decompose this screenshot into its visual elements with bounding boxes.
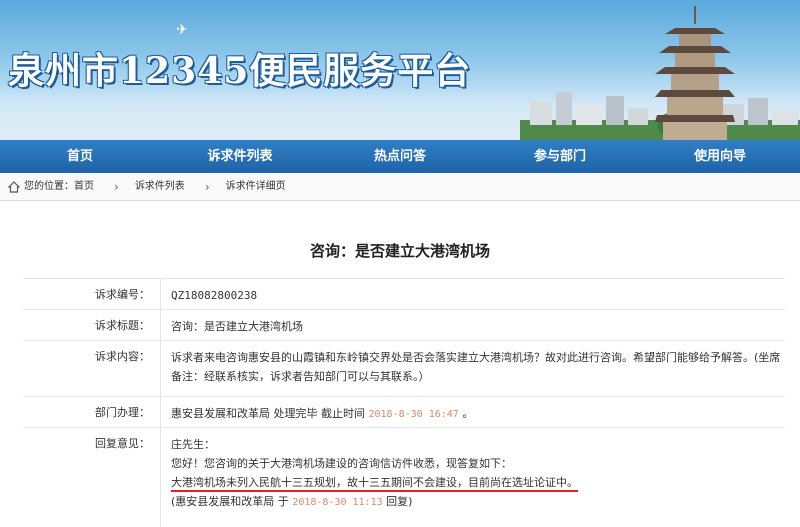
- row-department: 部门办理： 惠安县发展和改革局 处理完毕 截止时间 2018-8-30 16:4…: [23, 397, 785, 428]
- department-status: 惠安县发展和改革局 处理完毕 截止时间: [171, 407, 365, 420]
- row-request-subject: 诉求标题： 咨询：是否建立大港湾机场: [23, 310, 785, 341]
- reply-value: 庄先生： 您好！您咨询的关于大港湾机场建设的咨询信访件收悉，现答复如下： 大港湾…: [161, 428, 785, 527]
- department-end: 。: [462, 407, 474, 420]
- home-icon: [8, 181, 20, 193]
- reply-line-2: 大港湾机场未列入民航十三五规划，故十三五期间不会建设，目前尚在选址论证中。: [171, 476, 578, 492]
- reply-time: 2018-8-30 11:13: [292, 497, 383, 508]
- row-request-content: 诉求内容： 诉求者来电咨询惠安县的山霞镇和东岭镇交界处是否会落实建立大港湾机场？…: [23, 341, 785, 397]
- main-nav: 首页 诉求件列表 热点问答 参与部门 使用向导: [0, 140, 800, 173]
- request-detail-table: 诉求编号： QZ18082800238 诉求标题： 咨询：是否建立大港湾机场 诉…: [23, 278, 785, 527]
- deadline-time: 2018-8-30 16:47: [368, 409, 459, 420]
- page-title: 咨询：是否建立大港湾机场: [309, 242, 490, 260]
- reply-line-1: 您好！您咨询的关于大港湾机场建设的咨询信访件收悉，现答复如下：: [171, 457, 512, 470]
- reply-signature: (惠安县发展和改革局 于 2018-8-30 11:13 回复): [171, 492, 785, 512]
- nav-item-request-list[interactable]: 诉求件列表: [160, 140, 320, 173]
- nav-item-hot-qa[interactable]: 热点问答: [320, 140, 480, 173]
- reply-label: 回复意见：: [23, 428, 161, 527]
- breadcrumb: 您的位置： 首页 › 诉求件列表 › 诉求件详细页: [0, 174, 800, 201]
- request-number-label: 诉求编号：: [23, 279, 161, 309]
- reply-signature-post: 回复): [386, 495, 413, 508]
- reply-signature-pre: (惠安县发展和改革局 于: [171, 495, 289, 508]
- breadcrumb-request-list[interactable]: 诉求件列表: [135, 174, 185, 200]
- request-number-value: QZ18082800238: [171, 289, 258, 302]
- reply-greeting: 庄先生：: [171, 438, 215, 451]
- site-title: 泉州市12345便民服务平台: [8, 50, 472, 92]
- row-reply: 回复意见： 庄先生： 您好！您咨询的关于大港湾机场建设的咨询信访件收悉，现答复如…: [23, 428, 785, 527]
- bird-icon: ✈: [176, 22, 188, 38]
- nav-item-guide[interactable]: 使用向导: [640, 140, 800, 173]
- request-subject-value: 咨询：是否建立大港湾机场: [171, 320, 303, 333]
- department-value: 惠安县发展和改革局 处理完毕 截止时间 2018-8-30 16:47 。: [161, 397, 785, 427]
- breadcrumb-prefix: 您的位置：: [24, 181, 74, 192]
- request-content-value: 诉求者来电咨询惠安县的山霞镇和东岭镇交界处是否会落实建立大港湾机场？故对此进行咨…: [171, 351, 781, 383]
- nav-item-departments[interactable]: 参与部门: [480, 140, 640, 173]
- department-label: 部门办理：: [23, 397, 161, 427]
- breadcrumb-detail[interactable]: 诉求件详细页: [226, 174, 286, 200]
- request-content-label: 诉求内容：: [23, 341, 161, 396]
- row-request-number: 诉求编号： QZ18082800238: [23, 279, 785, 310]
- nav-item-home[interactable]: 首页: [0, 140, 160, 173]
- header-banner: ✈ 泉州市12345便民服务平台: [0, 0, 800, 140]
- breadcrumb-separator-icon: ›: [114, 180, 119, 194]
- request-subject-label: 诉求标题：: [23, 310, 161, 340]
- pagoda-image: [655, 6, 735, 140]
- breadcrumb-separator-icon: ›: [204, 180, 210, 194]
- breadcrumb-home[interactable]: 首页: [74, 174, 94, 200]
